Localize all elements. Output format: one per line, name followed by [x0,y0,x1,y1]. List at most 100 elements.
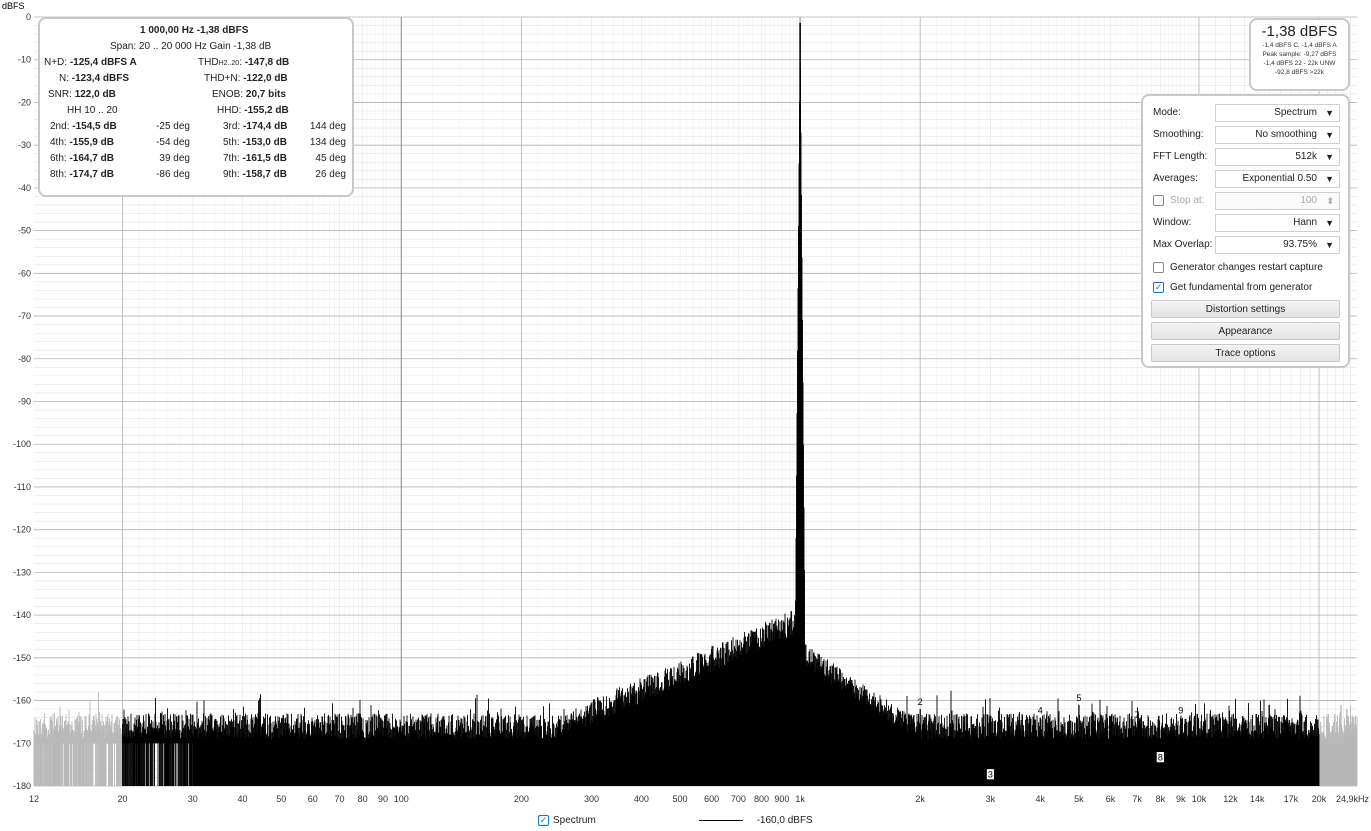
y-tick-label: -150 [13,653,31,663]
harmonic-marker-label: 7 [1135,710,1140,720]
averages-value: Exponential 0.50 [1242,173,1317,184]
smoothing-label: Smoothing: [1153,129,1204,140]
fft-length-label: FFT Length: [1153,151,1208,162]
trace-options-button[interactable]: Trace options [1151,344,1340,362]
x-tick-label: 400 [634,794,649,804]
harmonic-marker-label: 4 [1038,706,1043,716]
span-gain-readout: Span: 20 .. 20 000 Hz Gain -1,38 dB [110,41,272,52]
chevron-down-icon: ▼ [1325,108,1334,118]
harmonic-phase: 144 deg [309,121,346,132]
harmonic-label: 9th: [223,169,240,180]
stop-at-row: Stop at: 100 ⬍ [1151,192,1340,210]
fft-length-select[interactable]: 512k ▼ [1215,148,1340,166]
hh-range-label: HH 10 .. 20 [67,105,118,116]
y-tick-label: -110 [14,482,31,492]
y-tick-label: -180 [13,781,31,791]
harmonic-marker-label: 2 [918,697,923,707]
x-tick-label: 6k [1106,794,1116,804]
hhd-value: -155,2 dB [244,105,289,116]
x-tick-label: 3k [986,794,996,804]
nd-value: -125,4 dBFS A [69,57,137,68]
harmonic-phase: -54 deg [156,137,190,148]
level-line-4: -92,8 dBFS >22k [1275,69,1324,76]
fundamental-from-generator-row[interactable]: ✓ Get fundamental from generator [1151,279,1340,297]
window-row: Window: Hann ▼ [1151,214,1340,232]
thd-sub-label: H2..20 [218,60,240,67]
harmonic-level: -153,0 dB [242,137,287,148]
x-tick-label: 700 [731,794,746,804]
harmonic-marker-label: 9 [1178,706,1183,716]
distortion-settings-button[interactable]: Distortion settings [1151,300,1340,318]
max-overlap-select[interactable]: 93.75% ▼ [1215,236,1340,254]
x-tick-label: 100 [394,794,409,804]
y-tick-label: -60 [18,268,31,278]
appearance-button[interactable]: Appearance [1151,322,1340,340]
stop-at-label: Stop at: [1170,195,1205,207]
x-tick-label: 17k [1284,794,1299,804]
y-tick-label: -20 [18,97,31,107]
x-axis-ticks: 12 20 30 40 50 60 70 80 90 100 200 300 400 500 600 700 8… [29,794,1369,804]
x-tick-label: 30 [188,794,198,804]
harmonic-label: 7th: [223,153,240,164]
harmonic-level: -174,7 dB [69,169,114,180]
averages-label: Averages: [1153,173,1198,184]
chevron-down-icon: ▼ [1325,174,1334,184]
x-tick-label: 4k [1035,794,1045,804]
x-tick-label: 1k [795,794,805,804]
generator-restart-checkbox[interactable] [1153,262,1164,273]
y-tick-label: -30 [18,140,31,150]
fundamental-readout: 1 000,00 Hz -1,38 dBFS [140,25,249,36]
stop-at-checkbox[interactable] [1153,195,1164,206]
x-tick-label: 20 [117,794,127,804]
harmonic-level: -174,4 dB [243,121,288,132]
averages-select[interactable]: Exponential 0.50 ▼ [1215,170,1340,188]
harmonic-row: 8th: -174,7 dB -86 deg 9th: -158,7 dB 26 de… [40,167,352,183]
y-tick-label: -120 [13,525,31,535]
chevron-down-icon: ▼ [1325,152,1334,162]
max-overlap-value: 93.75% [1283,239,1317,250]
generator-restart-row[interactable]: Generator changes restart capture [1151,259,1340,277]
legend-cursor-value: -160,0 dBFS [756,815,813,826]
stop-at-spinner[interactable]: 100 ⬍ [1215,192,1340,210]
x-tick-label: 50 [276,794,286,804]
generator-restart-label: Generator changes restart capture [1170,262,1323,274]
window-select[interactable]: Hann ▼ [1215,214,1340,232]
mode-select[interactable]: Spectrum ▼ [1215,104,1340,122]
y-tick-label: -160 [13,696,31,706]
harmonic-level: -164,7 dB [69,153,114,164]
y-tick-label: -90 [18,397,31,407]
max-overlap-label: Max Overlap: [1153,239,1213,250]
snr-value: 122,0 dB [74,89,116,100]
analysis-controls-panel: Mode: Spectrum ▼ Smoothing: No smoothing ▼… [1141,94,1350,368]
x-tick-label: 10k [1192,794,1207,804]
x-tick-label: 80 [358,794,368,804]
smoothing-select[interactable]: No smoothing ▼ [1215,126,1340,144]
x-tick-label: 2k [915,794,925,804]
x-tick-label: 24,9kHz [1336,794,1370,804]
harmonic-label: 8th: [50,169,67,180]
n-label: N: [59,73,69,84]
averages-row: Averages: Exponential 0.50 ▼ [1151,170,1340,188]
harmonic-level: -158,7 dB [242,169,287,180]
window-value: Hann [1293,217,1317,228]
thd-value: -147,8 dB [244,57,290,68]
level-line-2: Peak sample: -9,27 dBFS [1262,51,1337,58]
harmonic-label: 4th: [50,137,67,148]
fundamental-from-generator-checkbox[interactable]: ✓ [1153,282,1164,293]
y-axis-unit-label: dBFS [2,1,25,11]
x-tick-label: 8k [1156,794,1166,804]
level-line-1: -1,4 dBFS C, -1,4 dBFS A [1262,42,1337,49]
trace-legend: ✓ Spectrum -160,0 dBFS [538,814,813,828]
y-tick-label: -80 [18,354,31,364]
harmonic-phase: -25 deg [156,121,190,132]
harmonic-phase: 134 deg [309,137,346,148]
x-tick-label: 70 [334,794,344,804]
spectrum-visibility-checkbox[interactable]: ✓ [538,814,549,826]
x-tick-label: 900 [774,794,789,804]
x-tick-label: 60 [308,794,318,804]
y-tick-label: -10 [18,55,31,65]
x-tick-label: 200 [514,794,529,804]
chevron-down-icon: ▼ [1325,130,1334,140]
harmonic-phase: 45 deg [315,153,346,164]
harmonic-label: 5th: [223,137,240,148]
